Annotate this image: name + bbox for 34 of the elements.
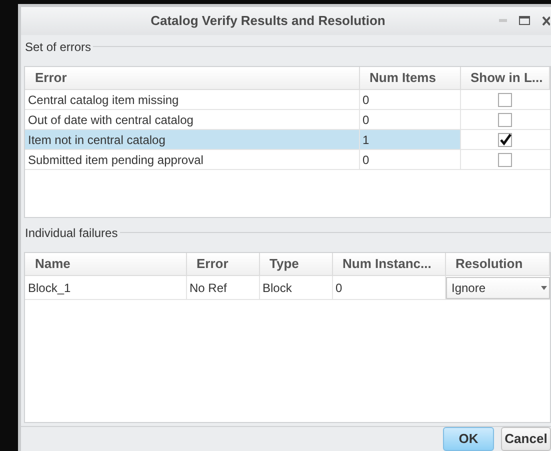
table-cell: 0 [332, 276, 445, 300]
minimize-icon[interactable] [499, 19, 507, 22]
table-cell: 0 [359, 110, 460, 130]
checkbox[interactable] [498, 92, 512, 107]
table-cell: Block_1 [25, 276, 186, 300]
resolution-dropdown[interactable]: Ignore [446, 276, 550, 299]
maximize-icon[interactable] [519, 16, 530, 26]
table-cell: 1 [359, 130, 460, 150]
section-label: Set of errors [25, 38, 92, 56]
column-header[interactable]: Name [25, 252, 186, 276]
column-header[interactable]: Error [186, 252, 259, 276]
table-cell: Out of date with central catalog [25, 110, 359, 130]
table-cell: Block [259, 276, 332, 300]
column-header[interactable]: Resolution [445, 252, 550, 276]
window-title: Catalog Verify Results and Resolution [150, 12, 386, 28]
table-cell: Central catalog item missing [25, 90, 359, 110]
checkbox[interactable] [498, 152, 512, 167]
table-cell: 0 [359, 90, 460, 110]
table-cell: No Ref [186, 276, 259, 300]
column-header[interactable]: Type [259, 252, 332, 276]
column-header[interactable]: Num Instanc... [332, 252, 445, 276]
dropdown-arrow-icon [540, 286, 546, 290]
checkbox[interactable] [498, 132, 512, 147]
table-cell: 0 [359, 150, 460, 170]
checkbox[interactable] [498, 112, 512, 127]
table-cell: Item not in central catalog [25, 130, 359, 150]
cancel-button[interactable]: Cancel [501, 427, 551, 451]
table-cell: Submitted item pending approval [25, 150, 359, 170]
section-label: Individual failures [25, 224, 118, 242]
close-icon[interactable] [542, 16, 550, 26]
column-header[interactable]: Show in L... [460, 66, 550, 90]
ok-button[interactable]: OK [443, 427, 494, 451]
column-header[interactable]: Num Items [359, 66, 460, 90]
column-header[interactable]: Error [25, 66, 359, 90]
